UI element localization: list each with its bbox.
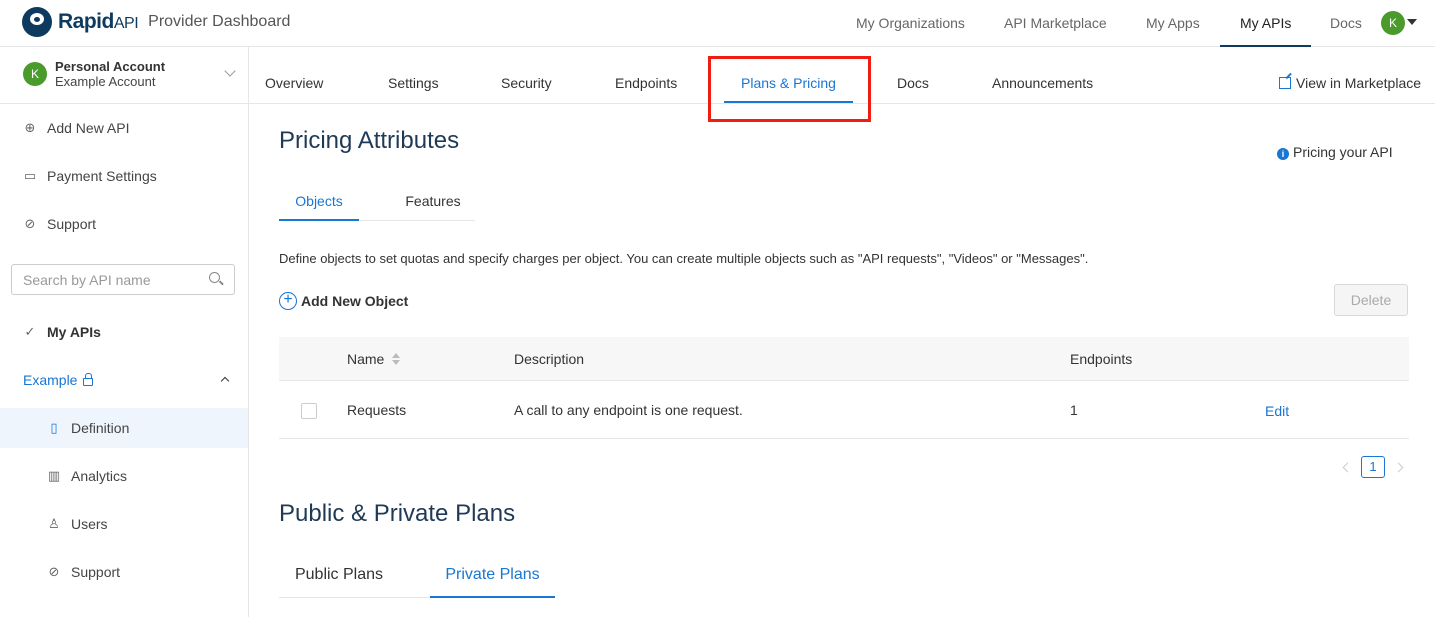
plans-pricing-highlight-box — [708, 56, 871, 122]
topnav-my-apis[interactable]: My APIs — [1220, 0, 1312, 47]
edit-link[interactable]: Edit — [1265, 403, 1289, 419]
plus-circle-icon: ⊕ — [24, 120, 36, 135]
check-circle-icon: ✓ — [24, 324, 36, 339]
sidebar-item-api-support[interactable]: ⊘ Support — [0, 552, 248, 592]
sidebar-item-example-api[interactable]: Example — [0, 360, 248, 400]
topnav-my-organizations[interactable]: My Organizations — [856, 0, 965, 47]
plans-tabs: Public Plans Private Plans — [279, 556, 555, 598]
info-icon: i — [1277, 148, 1289, 160]
account-sub: Example Account — [55, 74, 156, 89]
logo-text: RapidAPI — [58, 10, 139, 33]
sidebar-item-payment-settings[interactable]: ▭ Payment Settings — [0, 156, 248, 196]
sidebar-item-support[interactable]: ⊘ Support — [0, 204, 248, 244]
tab-public-plans[interactable]: Public Plans — [279, 556, 399, 598]
provider-dashboard-title: Provider Dashboard — [148, 13, 291, 30]
api-name: Example — [23, 372, 78, 388]
sidebar: K Personal Account Example Account ⊕ Add… — [0, 47, 249, 617]
rapidapi-logo[interactable]: RapidAPI Provider Dashboard — [22, 7, 290, 37]
sidebar-item-definition[interactable]: ▯ Definition — [0, 408, 248, 448]
page-number[interactable]: 1 — [1361, 456, 1385, 478]
external-link-icon — [1279, 77, 1291, 89]
objects-table-header: Name Description Endpoints — [279, 337, 1409, 381]
account-switcher[interactable]: K Personal Account Example Account — [0, 47, 248, 104]
row-checkbox[interactable] — [301, 403, 317, 419]
credit-card-icon: ▭ — [23, 168, 37, 183]
row-description: A call to any endpoint is one request. — [514, 402, 743, 418]
topnav-api-marketplace[interactable]: API Marketplace — [1004, 0, 1107, 47]
tab-announcements[interactable]: Announcements — [992, 47, 1093, 104]
user-icon: ♙ — [48, 516, 60, 531]
pricing-tabs: Objects Features — [279, 184, 475, 221]
user-avatar[interactable]: K — [1381, 11, 1405, 35]
tab-docs[interactable]: Docs — [897, 47, 929, 104]
tab-security[interactable]: Security — [501, 47, 552, 104]
lock-icon — [83, 373, 94, 386]
column-endpoints-header: Endpoints — [1070, 351, 1133, 367]
table-row: Requests A call to any endpoint is one r… — [279, 382, 1409, 439]
tab-private-plans[interactable]: Private Plans — [430, 556, 555, 598]
tab-endpoints[interactable]: Endpoints — [615, 47, 677, 104]
pricing-help-link[interactable]: i Pricing your API — [1277, 144, 1393, 160]
bar-chart-icon: ▥ — [47, 468, 61, 483]
sidebar-item-analytics[interactable]: ▥ Analytics — [0, 456, 248, 496]
objects-description: Define objects to set quotas and specify… — [279, 251, 1089, 266]
row-name: Requests — [347, 402, 407, 418]
account-name: Personal Account — [55, 59, 166, 74]
document-icon: ▯ — [50, 420, 58, 435]
tab-overview[interactable]: Overview — [265, 47, 323, 104]
row-endpoints: 1 — [1070, 402, 1078, 418]
column-description-header: Description — [514, 351, 585, 367]
tab-settings[interactable]: Settings — [388, 47, 439, 104]
pricing-attributes-title: Pricing Attributes — [279, 127, 460, 154]
chevron-down-icon — [224, 65, 236, 77]
user-menu-caret-icon[interactable] — [1407, 19, 1417, 25]
topnav-my-apps[interactable]: My Apps — [1146, 0, 1200, 47]
account-avatar: K — [23, 62, 47, 86]
sidebar-item-my-apis[interactable]: ✓ My APIs — [0, 312, 248, 352]
topnav-docs[interactable]: Docs — [1330, 0, 1362, 47]
search-icon[interactable] — [209, 272, 220, 283]
top-bar: RapidAPI Provider Dashboard My Organizat… — [0, 0, 1435, 47]
sort-icon[interactable] — [392, 353, 401, 365]
compass-icon: ⊘ — [24, 216, 36, 231]
tab-objects[interactable]: Objects — [279, 184, 359, 221]
api-search-input[interactable] — [23, 271, 203, 289]
tab-features[interactable]: Features — [393, 184, 473, 221]
column-name-header[interactable]: Name — [347, 351, 401, 367]
pagination: 1 — [1342, 456, 1404, 478]
add-new-object-button[interactable]: + Add New Object — [279, 292, 408, 310]
chevron-right-icon[interactable] — [1393, 462, 1404, 472]
chevron-up-icon — [220, 376, 230, 386]
sidebar-item-add-new-api[interactable]: ⊕ Add New API — [0, 108, 248, 148]
plus-circle-icon: + — [279, 292, 297, 310]
api-search — [11, 264, 235, 295]
chevron-left-icon[interactable] — [1342, 462, 1353, 472]
sidebar-item-users[interactable]: ♙ Users — [0, 504, 248, 544]
view-in-marketplace-link[interactable]: View in Marketplace — [1279, 75, 1421, 91]
rapidapi-logo-icon — [22, 7, 52, 37]
compass-icon: ⊘ — [48, 564, 60, 579]
plans-title: Public & Private Plans — [279, 500, 516, 527]
delete-button[interactable]: Delete — [1334, 284, 1408, 316]
